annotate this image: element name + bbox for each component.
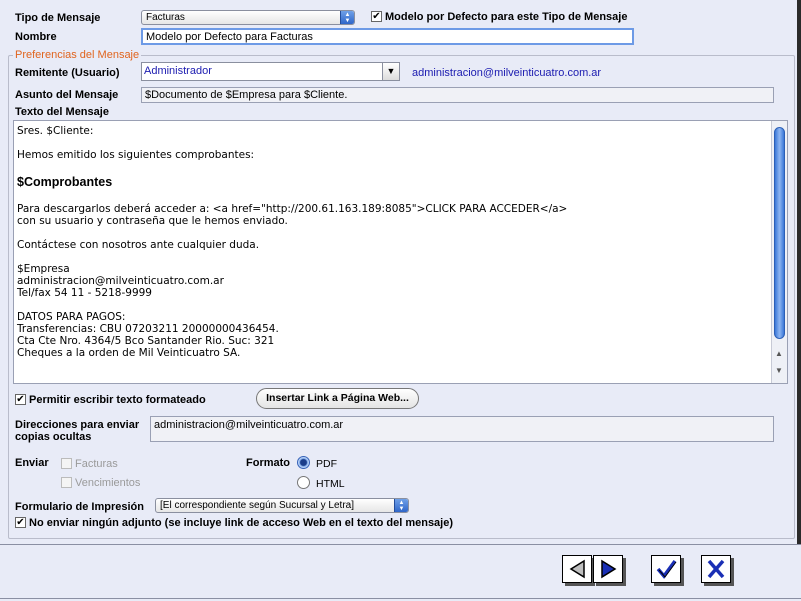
- no-adjunto-label: No enviar ningún adjunto (se incluye lin…: [29, 517, 454, 529]
- x-icon: [707, 559, 725, 579]
- formatted-text-checkbox[interactable]: ✔: [15, 394, 26, 405]
- message-line: [17, 299, 767, 311]
- bcc-input[interactable]: administracion@milveinticuatro.com.ar: [150, 416, 774, 442]
- asunto-input[interactable]: $Documento de $Empresa para $Cliente.: [141, 87, 774, 103]
- bottom-divider: [0, 544, 801, 545]
- bcc-label-line2: copias ocultas: [15, 431, 92, 443]
- bcc-label-line1: Direcciones para enviar: [15, 419, 140, 431]
- remitente-value: Administrador: [144, 65, 212, 77]
- scrollbar-thumb[interactable]: [774, 127, 785, 339]
- nombre-input[interactable]: Modelo por Defecto para Facturas: [141, 28, 634, 45]
- checkmark-icon: [656, 559, 677, 579]
- html-label: HTML: [316, 478, 345, 490]
- message-bold-line: $Comprobantes: [17, 175, 113, 189]
- formulario-label: Formulario de Impresión: [15, 501, 144, 513]
- message-content: Sres. $Cliente: Hemos emitido los siguie…: [17, 125, 767, 359]
- message-line: Hemos emitido los siguientes comprobante…: [17, 149, 255, 161]
- default-model-label: Modelo por Defecto para este Tipo de Men…: [385, 11, 628, 23]
- message-line: Contáctese con nosotros ante cualquier d…: [17, 239, 260, 251]
- message-line: Tel/fax 54 11 - 5218-9999: [17, 287, 152, 299]
- cancel-button[interactable]: [701, 555, 731, 583]
- right-arrow-icon: [601, 559, 617, 579]
- html-radio[interactable]: [297, 476, 310, 489]
- tipo-mensaje-select[interactable]: Facturas ▲ ▼: [141, 10, 355, 25]
- message-line: [17, 161, 767, 173]
- message-line: Cheques a la orden de Mil Veinticuatro S…: [17, 347, 241, 359]
- formulario-select[interactable]: [El correspondiente según Sucursal y Let…: [155, 498, 409, 513]
- message-scrollbar[interactable]: ▲ ▼: [771, 121, 787, 383]
- preferences-legend: Preferencias del Mensaje: [13, 49, 142, 61]
- remitente-label: Remitente (Usuario): [15, 67, 120, 79]
- message-line: Para descargarlos deberá acceder a: <a h…: [17, 203, 568, 215]
- formulario-value: [El correspondiente según Sucursal y Let…: [160, 500, 354, 511]
- tipo-mensaje-label: Tipo de Mensaje: [15, 12, 101, 24]
- facturas-label: Facturas: [75, 458, 118, 470]
- remitente-email: administracion@milveinticuatro.com.ar: [412, 67, 602, 79]
- formatted-text-label: Permitir escribir texto formateado: [29, 394, 206, 406]
- formato-label: Formato: [246, 457, 290, 469]
- message-line: DATOS PARA PAGOS:: [17, 311, 126, 323]
- message-line: Transferencias: CBU 07203211 20000000436…: [17, 323, 279, 335]
- select-arrows-icon: ▲ ▼: [340, 11, 354, 24]
- message-line: Sres. $Cliente:: [17, 125, 94, 137]
- remitente-combo[interactable]: Administrador ▼: [141, 62, 400, 81]
- message-line: con su usuario y contraseña que le hemos…: [17, 215, 288, 227]
- scroll-down-icon[interactable]: ▼: [775, 366, 783, 375]
- select-arrows-icon: ▲ ▼: [394, 499, 408, 512]
- left-arrow-icon: [569, 559, 585, 579]
- pdf-label: PDF: [316, 458, 337, 470]
- message-line: administracion@milveinticuatro.com.ar: [17, 275, 224, 287]
- no-adjunto-checkbox[interactable]: ✔: [15, 517, 26, 528]
- message-line: $Empresa: [17, 263, 70, 275]
- message-line: [17, 227, 767, 239]
- bottom-edge: [0, 598, 801, 599]
- scroll-up-icon[interactable]: ▲: [775, 349, 783, 358]
- message-line: [17, 191, 767, 203]
- next-button[interactable]: [593, 555, 623, 583]
- window-edge: [797, 0, 801, 544]
- default-model-checkbox[interactable]: ✔: [371, 11, 382, 22]
- message-line: Cta Cte Nro. 4364/5 Bco Santander Rio. S…: [17, 335, 275, 347]
- pdf-radio[interactable]: [297, 456, 310, 469]
- texto-label: Texto del Mensaje: [15, 106, 109, 118]
- facturas-checkbox[interactable]: [61, 458, 72, 469]
- chevron-down-icon[interactable]: ▼: [382, 63, 399, 80]
- message-line: [17, 137, 767, 149]
- prev-button[interactable]: [562, 555, 592, 583]
- vencimientos-checkbox[interactable]: [61, 477, 72, 488]
- message-textarea[interactable]: Sres. $Cliente: Hemos emitido los siguie…: [13, 120, 788, 384]
- accept-button[interactable]: [651, 555, 681, 583]
- vencimientos-label: Vencimientos: [75, 477, 141, 489]
- asunto-label: Asunto del Mensaje: [15, 89, 119, 101]
- enviar-label: Enviar: [15, 457, 49, 469]
- tipo-mensaje-value: Facturas: [146, 12, 185, 23]
- message-line: [17, 251, 767, 263]
- insert-link-button[interactable]: Insertar Link a Página Web...: [256, 388, 419, 409]
- nombre-label: Nombre: [15, 31, 57, 43]
